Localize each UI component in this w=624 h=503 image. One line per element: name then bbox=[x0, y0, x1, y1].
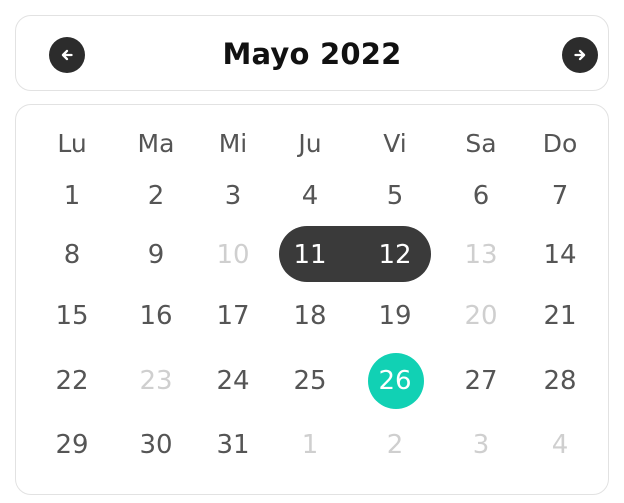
day-cell[interactable]: 15 bbox=[42, 296, 102, 336]
prev-month-button[interactable] bbox=[49, 37, 85, 73]
weekday-label: Mi bbox=[218, 128, 248, 158]
day-cell[interactable]: 9 bbox=[126, 235, 186, 275]
day-cell[interactable]: 29 bbox=[42, 425, 102, 465]
arrow-right-icon bbox=[574, 49, 586, 61]
day-cell[interactable]: 5 bbox=[365, 176, 425, 216]
month-header: Mayo 2022 bbox=[15, 15, 609, 91]
day-cell-next-month[interactable]: 3 bbox=[451, 425, 511, 465]
arrow-left-icon bbox=[61, 49, 73, 61]
day-cell-next-month[interactable]: 2 bbox=[365, 425, 425, 465]
weekday-label: Do bbox=[542, 128, 578, 158]
day-cell-next-month[interactable]: 4 bbox=[530, 425, 590, 465]
day-cell[interactable]: 4 bbox=[280, 176, 340, 216]
day-cell[interactable]: 24 bbox=[203, 361, 263, 401]
day-cell[interactable]: 27 bbox=[451, 361, 511, 401]
day-cell[interactable]: 8 bbox=[42, 235, 102, 275]
weekday-label: Lu bbox=[57, 128, 87, 158]
next-month-button[interactable] bbox=[562, 37, 598, 73]
day-cell-disabled: 23 bbox=[139, 366, 173, 396]
day-cell[interactable]: 7 bbox=[530, 176, 590, 216]
day-cell[interactable]: 28 bbox=[530, 361, 590, 401]
day-cell-disabled: 13 bbox=[464, 240, 498, 270]
day-cell[interactable]: 21 bbox=[530, 296, 590, 336]
day-cell-disabled: 20 bbox=[464, 301, 498, 331]
day-cell[interactable]: 2 bbox=[126, 176, 186, 216]
day-cell[interactable]: 22 bbox=[42, 361, 102, 401]
day-cell[interactable]: 18 bbox=[280, 296, 340, 336]
day-cell[interactable]: 31 bbox=[203, 425, 263, 465]
day-cell[interactable]: 6 bbox=[451, 176, 511, 216]
day-cell[interactable]: 1 bbox=[42, 176, 102, 216]
day-cell[interactable]: 19 bbox=[365, 296, 425, 336]
day-cell[interactable]: 25 bbox=[280, 361, 340, 401]
day-cell[interactable]: 30 bbox=[126, 425, 186, 465]
weekday-label: Ju bbox=[298, 128, 322, 158]
day-cell[interactable]: 3 bbox=[203, 176, 263, 216]
day-cell[interactable]: 14 bbox=[530, 235, 590, 275]
day-cell[interactable]: 17 bbox=[203, 296, 263, 336]
day-cell-disabled: 10 bbox=[216, 240, 250, 270]
day-cell-next-month[interactable]: 1 bbox=[280, 425, 340, 465]
day-cell-selected[interactable]: 11 bbox=[280, 235, 340, 275]
weekday-label: Sa bbox=[465, 128, 497, 158]
weekday-label: Vi bbox=[383, 128, 407, 158]
day-cell[interactable]: 16 bbox=[126, 296, 186, 336]
day-cell-selected[interactable]: 12 bbox=[365, 235, 425, 275]
day-cell-today[interactable]: 26 bbox=[365, 361, 425, 401]
weekday-label: Ma bbox=[137, 128, 175, 158]
month-title: Mayo 2022 bbox=[222, 37, 402, 71]
